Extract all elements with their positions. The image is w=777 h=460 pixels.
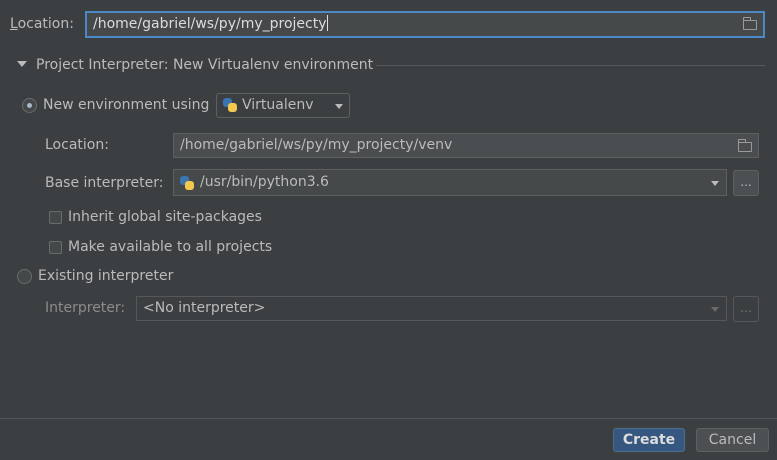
existing-interpreter-radio[interactable]	[17, 269, 32, 284]
browse-interpreter-button[interactable]: ...	[733, 296, 759, 322]
section-title: Project Interpreter: New Virtualenv envi…	[36, 57, 374, 73]
location-label: Location:	[10, 16, 74, 32]
venv-location-value: /home/gabriel/ws/py/my_projecty/venv	[180, 137, 453, 153]
base-interpreter-value: /usr/bin/python3.6	[200, 174, 329, 190]
python-icon	[180, 176, 194, 190]
browse-base-interpreter-button[interactable]: ...	[733, 170, 759, 196]
interpreter-label: Interpreter:	[45, 300, 126, 316]
create-button[interactable]: Create	[613, 428, 685, 452]
venv-location-label: Location:	[45, 137, 109, 153]
chevron-down-icon	[711, 307, 719, 312]
interpreter-select[interactable]: <No interpreter>	[136, 296, 727, 321]
make-available-checkbox[interactable]	[49, 241, 62, 254]
project-location-value: /home/gabriel/ws/py/my_projecty	[93, 16, 327, 32]
interpreter-value: <No interpreter>	[143, 300, 266, 316]
text-cursor	[326, 15, 328, 31]
folder-icon[interactable]	[743, 17, 757, 30]
environment-tool-value: Virtualenv	[242, 97, 314, 113]
project-location-input[interactable]: /home/gabriel/ws/py/my_projecty	[85, 11, 765, 38]
chevron-down-icon	[335, 104, 343, 109]
folder-icon[interactable]	[738, 139, 752, 152]
cancel-button[interactable]: Cancel	[696, 428, 769, 452]
section-divider	[376, 65, 765, 66]
python-icon	[223, 98, 237, 112]
chevron-down-icon	[711, 181, 719, 186]
existing-interpreter-label: Existing interpreter	[38, 268, 174, 284]
inherit-packages-checkbox[interactable]	[49, 211, 62, 224]
footer-divider	[0, 418, 777, 419]
venv-location-input[interactable]: /home/gabriel/ws/py/my_projecty/venv	[173, 133, 759, 158]
expand-triangle-icon[interactable]	[17, 61, 27, 67]
base-interpreter-label: Base interpreter:	[45, 175, 164, 191]
new-environment-radio[interactable]	[22, 98, 37, 113]
environment-tool-select[interactable]: Virtualenv	[216, 93, 350, 118]
location-label-rest: ocation:	[17, 16, 74, 32]
inherit-packages-label: Inherit global site-packages	[68, 209, 262, 225]
base-interpreter-select[interactable]: /usr/bin/python3.6	[173, 169, 727, 196]
new-environment-label: New environment using	[43, 97, 210, 113]
make-available-label: Make available to all projects	[68, 239, 273, 255]
